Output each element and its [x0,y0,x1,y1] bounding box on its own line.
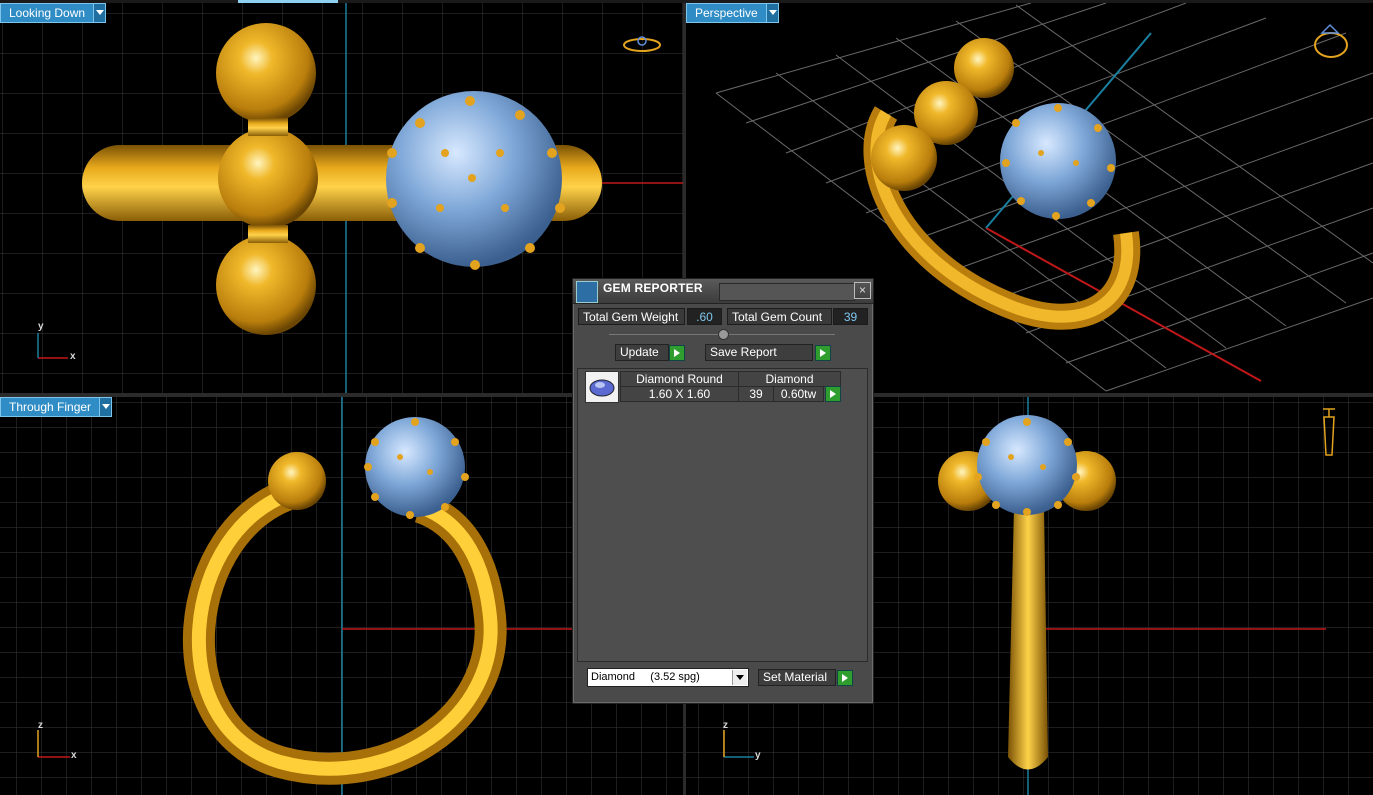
gem-material-header: Diamond [738,371,841,387]
viewport-label-text: Perspective [695,6,758,20]
axis-label-x: x [71,750,77,761]
total-weight-label: Total Gem Weight [578,308,685,325]
set-material-label: Set Material [763,670,828,684]
dialog-titlebar[interactable]: GEM REPORTER × [573,279,873,304]
update-label: Update [620,345,659,359]
axis-label-y: y [755,750,761,761]
diamond-round-icon [585,371,619,403]
update-go-icon[interactable] [669,345,685,361]
dialog-title: GEM REPORTER [603,281,703,295]
chevron-down-icon[interactable] [732,670,747,685]
gem-reporter-icon [576,281,598,303]
splitter-handle[interactable] [718,329,729,340]
axis-label-y: y [38,321,44,332]
viewport-label-text: Through Finger [9,400,92,414]
gem-reporter-dialog: GEM REPORTER × Total Gem Weight .60 Tota… [572,278,874,704]
set-material-go-icon[interactable] [837,670,853,686]
chevron-down-icon[interactable] [93,4,106,22]
save-report-button[interactable]: Save Report [705,344,813,361]
chevron-down-icon[interactable] [99,398,112,416]
viewport-label-through-finger[interactable]: Through Finger [0,397,113,417]
gem-shape-header: Diamond Round [620,371,739,387]
axis-label-z: z [723,720,728,731]
gem-row-go-icon[interactable] [825,386,841,402]
save-report-go-icon[interactable] [815,345,831,361]
set-material-button[interactable]: Set Material [758,669,836,686]
update-button[interactable]: Update [615,344,669,361]
total-weight-value: .60 [687,308,722,325]
total-count-value: 39 [833,308,868,325]
viewport-label-perspective[interactable]: Perspective [686,3,779,23]
save-report-label: Save Report [710,345,777,359]
material-select[interactable]: Diamond (3.52 spg) [587,668,749,687]
material-select-value: Diamond (3.52 spg) [591,671,700,683]
total-count-label: Total Gem Count [727,308,832,325]
axis-label-z: z [38,720,43,731]
viewport-label-text: Looking Down [9,6,86,20]
gem-weight: 0.60tw [773,386,824,402]
dialog-drag-grip[interactable] [719,283,855,301]
close-icon[interactable]: × [854,282,871,299]
chevron-down-icon[interactable] [765,4,778,22]
viewport-label-looking-down[interactable]: Looking Down [0,3,107,23]
axis-label-x: x [70,351,76,362]
gem-size: 1.60 X 1.60 [620,386,739,402]
gem-count: 39 [738,386,774,402]
gem-list[interactable]: Diamond Round Diamond 1.60 X 1.60 39 0.6… [577,368,868,662]
